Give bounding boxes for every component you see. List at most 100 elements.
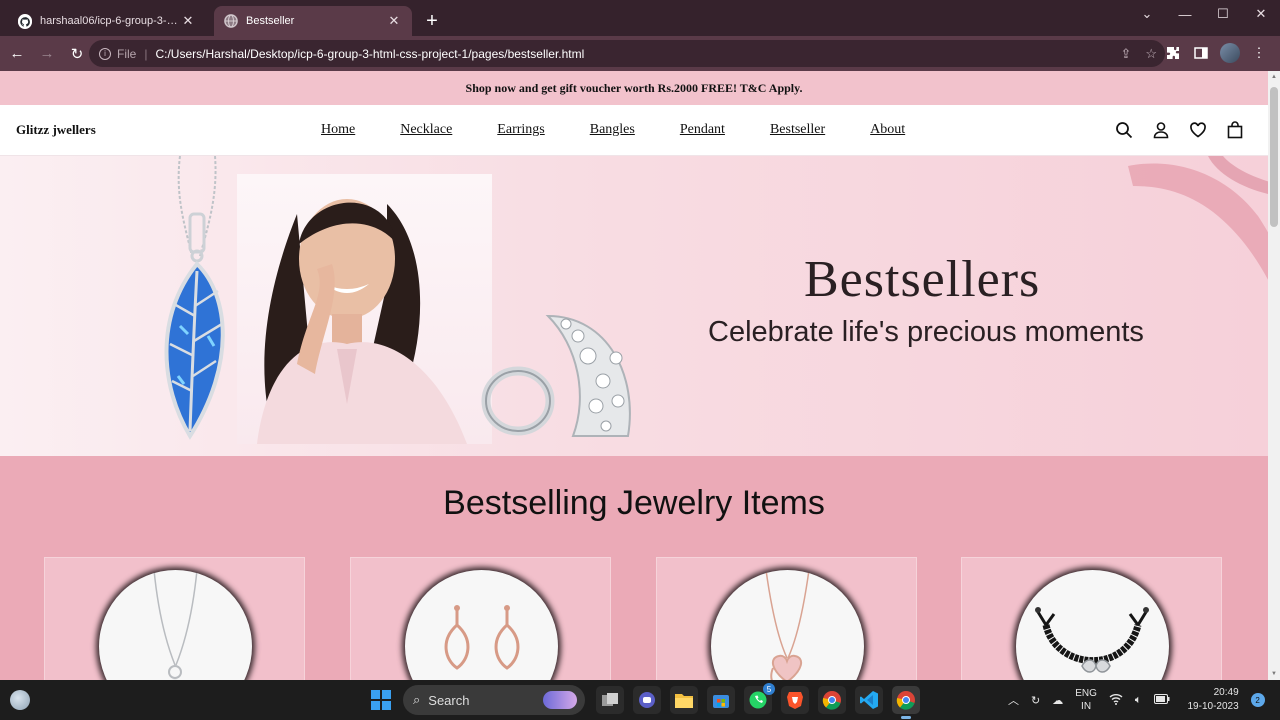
product-card[interactable] bbox=[961, 557, 1222, 680]
file-explorer-icon[interactable] bbox=[670, 686, 698, 714]
back-icon[interactable]: ← bbox=[4, 41, 30, 67]
notification-badge[interactable]: 2 bbox=[1250, 693, 1265, 707]
main-nav: Home Necklace Earrings Bangles Pendant B… bbox=[321, 122, 950, 138]
lang-line-2: IN bbox=[1081, 701, 1092, 712]
section-title: Bestselling Jewelry Items bbox=[443, 484, 825, 522]
scrollbar-thumb[interactable] bbox=[1270, 87, 1278, 227]
chrome-icon[interactable] bbox=[818, 686, 846, 714]
maximize-icon[interactable]: ☐ bbox=[1204, 0, 1242, 28]
bookmark-star-icon[interactable]: ☆ bbox=[1145, 46, 1157, 62]
chrome-active-icon[interactable] bbox=[892, 686, 920, 719]
nav-link-bestseller[interactable]: Bestseller bbox=[770, 122, 825, 138]
brand-logo[interactable]: Glitzz jwellers bbox=[16, 122, 96, 138]
nav-link-about[interactable]: About bbox=[870, 122, 905, 138]
user-account-icon[interactable] bbox=[1151, 121, 1170, 140]
close-window-icon[interactable]: ✕ bbox=[1242, 0, 1280, 28]
show-hidden-icons[interactable]: ︿ bbox=[1008, 692, 1019, 708]
profile-avatar[interactable] bbox=[1220, 43, 1240, 63]
volume-icon[interactable]: 🔈︎ bbox=[1135, 694, 1142, 707]
tab-title: harshaal06/icp-6-group-3-html- bbox=[40, 15, 180, 27]
leaf-pendant-image bbox=[164, 156, 225, 440]
whatsapp-icon[interactable]: 5 bbox=[744, 683, 775, 714]
ribbon-decoration bbox=[1128, 156, 1268, 280]
wishlist-heart-icon[interactable] bbox=[1188, 121, 1207, 140]
wifi-icon[interactable] bbox=[1109, 693, 1123, 708]
nav-link-necklace[interactable]: Necklace bbox=[400, 122, 452, 138]
black-bracelet-icon[interactable] bbox=[1016, 570, 1169, 680]
scroll-up-icon[interactable]: ▲ bbox=[1270, 74, 1278, 80]
product-card[interactable] bbox=[44, 557, 305, 680]
tab-search-icon[interactable]: ⌄ bbox=[1128, 0, 1166, 28]
necklace-pendant-icon[interactable] bbox=[99, 570, 252, 680]
announcement-bar: Shop now and get gift voucher worth Rs.2… bbox=[0, 71, 1268, 105]
clock-date: 19-10-2023 bbox=[1187, 701, 1239, 712]
site-info-icon[interactable]: i bbox=[99, 47, 111, 60]
window-controls: ⌄ — ☐ ✕ bbox=[1128, 0, 1280, 28]
forward-icon[interactable]: → bbox=[34, 41, 60, 67]
hero-subtitle: Celebrate life's precious moments bbox=[708, 316, 1144, 348]
search-icon: ⌕ bbox=[413, 692, 421, 707]
taskbar-search-label: Search bbox=[428, 692, 470, 708]
page-viewport: Shop now and get gift voucher worth Rs.2… bbox=[0, 71, 1268, 680]
ring-image bbox=[481, 314, 631, 437]
nav-link-bangles[interactable]: Bangles bbox=[590, 122, 635, 138]
extensions-icon[interactable] bbox=[1164, 40, 1182, 66]
bestselling-section: Bestselling Jewelry Items bbox=[0, 456, 1268, 680]
task-view-icon[interactable] bbox=[596, 686, 624, 714]
battery-icon[interactable] bbox=[1153, 693, 1170, 707]
windows-start-icon[interactable] bbox=[371, 690, 391, 710]
heart-pendant-icon[interactable] bbox=[711, 570, 864, 680]
taskbar-apps: 5 bbox=[596, 683, 920, 719]
page-scrollbar[interactable]: ▲ ▼ bbox=[1268, 71, 1280, 680]
nav-link-home[interactable]: Home bbox=[321, 122, 355, 138]
url-text[interactable]: C:/Users/Harshal/Desktop/icp-6-group-3-h… bbox=[155, 47, 584, 61]
nav-link-earrings[interactable]: Earrings bbox=[497, 122, 544, 138]
drop-earrings-icon[interactable] bbox=[405, 570, 558, 680]
vscode-icon[interactable] bbox=[855, 686, 883, 714]
teams-chat-icon[interactable] bbox=[633, 686, 661, 714]
address-bar[interactable]: i File | C:/Users/Harshal/Desktop/icp-6-… bbox=[89, 40, 1165, 67]
taskbar-search[interactable]: ⌕ Search bbox=[403, 685, 585, 715]
search-icon[interactable] bbox=[1114, 121, 1133, 140]
model-portrait-image bbox=[237, 174, 492, 444]
nav-link-pendant[interactable]: Pendant bbox=[680, 122, 725, 138]
weather-icon[interactable] bbox=[10, 690, 30, 710]
whatsapp-badge: 5 bbox=[763, 683, 775, 695]
product-card[interactable] bbox=[350, 557, 611, 680]
side-panel-icon[interactable] bbox=[1192, 40, 1210, 66]
scroll-down-icon[interactable]: ▼ bbox=[1270, 671, 1278, 677]
cloud-offline-icon[interactable]: ☁ bbox=[1052, 694, 1063, 707]
windows-taskbar: ⌕ Search 5 ︿ ↻ ☁ ENG IN 🔈︎ 20:49 19-10-2… bbox=[0, 680, 1280, 720]
browser-toolbar: ← → ↻ i File | C:/Users/Harshal/Desktop/… bbox=[0, 36, 1280, 71]
globe-icon bbox=[224, 14, 238, 28]
search-highlight-icon bbox=[543, 691, 577, 709]
tab-github[interactable]: harshaal06/icp-6-group-3-html- ✕ bbox=[8, 6, 206, 36]
hero-banner: Bestsellers Celebrate life's precious mo… bbox=[0, 156, 1268, 456]
language-indicator[interactable]: ENG IN bbox=[1075, 687, 1097, 713]
url-scheme: File bbox=[117, 46, 137, 61]
site-header: Glitzz jwellers Home Necklace Earrings B… bbox=[0, 105, 1268, 156]
close-tab-icon[interactable]: ✕ bbox=[180, 13, 196, 29]
header-icons bbox=[1114, 121, 1244, 140]
brave-browser-icon[interactable] bbox=[781, 686, 809, 714]
microsoft-store-icon[interactable] bbox=[707, 686, 735, 714]
clock[interactable]: 20:49 19-10-2023 bbox=[1188, 686, 1239, 714]
system-tray: ︿ ↻ ☁ ENG IN 🔈︎ 20:49 19-10-2023 2 bbox=[1008, 680, 1265, 720]
minimize-icon[interactable]: — bbox=[1166, 0, 1204, 28]
url-separator: | bbox=[144, 46, 148, 61]
product-card[interactable] bbox=[656, 557, 917, 680]
close-tab-icon[interactable]: ✕ bbox=[386, 13, 402, 29]
menu-kebab-icon[interactable]: ⋮ bbox=[1250, 40, 1268, 66]
shopping-bag-icon[interactable] bbox=[1225, 121, 1244, 140]
github-icon bbox=[18, 14, 32, 29]
new-tab-button[interactable]: + bbox=[418, 7, 446, 35]
share-icon[interactable]: ⇪ bbox=[1120, 46, 1131, 62]
hero-title: Bestsellers bbox=[804, 251, 1041, 308]
tab-bestseller[interactable]: Bestseller ✕ bbox=[214, 6, 412, 36]
lang-line-1: ENG bbox=[1075, 688, 1097, 699]
sync-icon[interactable]: ↻ bbox=[1031, 694, 1040, 707]
reload-icon[interactable]: ↻ bbox=[64, 41, 90, 67]
clock-time: 20:49 bbox=[1213, 687, 1239, 698]
browser-tab-strip: harshaal06/icp-6-group-3-html- ✕ Bestsel… bbox=[0, 0, 1280, 36]
tab-title: Bestseller bbox=[246, 15, 295, 27]
